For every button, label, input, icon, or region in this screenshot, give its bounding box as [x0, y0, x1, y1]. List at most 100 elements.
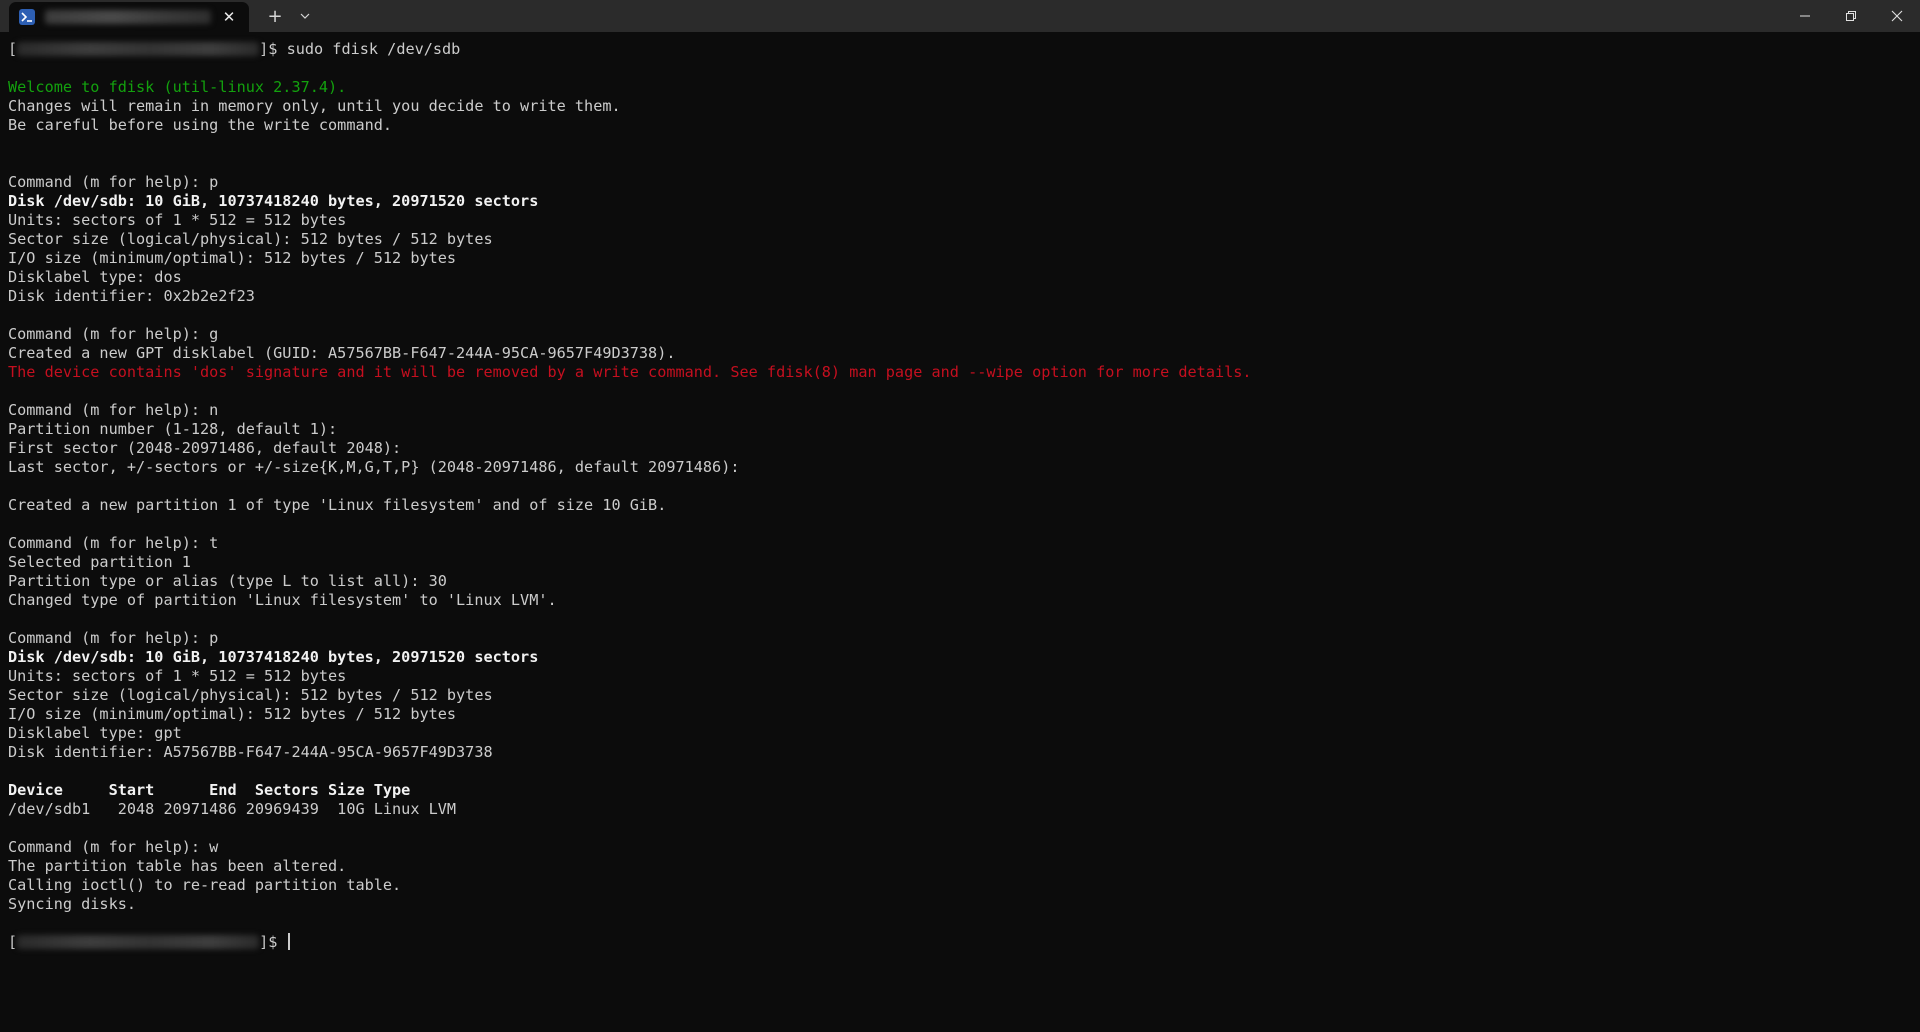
- terminal-line: Device Start End Sectors Size Type: [8, 781, 1920, 800]
- terminal-line-text: Command (m for help): t: [8, 534, 219, 552]
- terminal-line: Command (m for help): t: [8, 534, 1920, 553]
- terminal-output[interactable]: []$ sudo fdisk /dev/sdb Welcome to fdisk …: [8, 40, 1920, 952]
- terminal-line-text: Disklabel type: dos: [8, 268, 182, 286]
- tab-terminal[interactable]: ✕: [9, 2, 249, 32]
- prompt-close-bracket: ]$: [259, 933, 287, 951]
- terminal-line-text: Sector size (logical/physical): 512 byte…: [8, 230, 493, 248]
- terminal-line-text: Syncing disks.: [8, 895, 137, 913]
- terminal-line: Command (m for help): p: [8, 173, 1920, 192]
- terminal-line-text: Units: sectors of 1 * 512 = 512 bytes: [8, 211, 347, 229]
- text-cursor: [287, 933, 290, 950]
- terminal-line: Last sector, +/-sectors or +/-size{K,M,G…: [8, 458, 1920, 477]
- terminal-line-text: Disk identifier: A57567BB-F647-244A-95CA…: [8, 743, 493, 761]
- close-icon: [1891, 10, 1903, 22]
- terminal-line: Units: sectors of 1 * 512 = 512 bytes: [8, 211, 1920, 230]
- terminal-line-text: I/O size (minimum/optimal): 512 bytes / …: [8, 249, 457, 267]
- terminal-window: ✕ + []$ sudo fdisk /dev/sdb Welcome to …: [0, 0, 1920, 1032]
- terminal-line: Disk /dev/sdb: 10 GiB, 10737418240 bytes…: [8, 192, 1920, 211]
- terminal-line-text: Disklabel type: gpt: [8, 724, 182, 742]
- chevron-down-icon: [300, 13, 310, 19]
- terminal-line: Selected partition 1: [8, 553, 1920, 572]
- terminal-line-text: Device Start End Sectors Size Type: [8, 781, 411, 799]
- window-controls: [1782, 0, 1920, 32]
- terminal-line: [ ]$: [8, 933, 1920, 952]
- terminal-line: Changed type of partition 'Linux filesys…: [8, 591, 1920, 610]
- terminal-line: I/O size (minimum/optimal): 512 bytes / …: [8, 705, 1920, 724]
- terminal-line: Calling ioctl() to re-read partition tab…: [8, 876, 1920, 895]
- terminal-line-text: Command (m for help): p: [8, 173, 219, 191]
- powershell-icon: [19, 9, 35, 25]
- terminal-line: Disk /dev/sdb: 10 GiB, 10737418240 bytes…: [8, 648, 1920, 667]
- minimize-button[interactable]: [1782, 0, 1828, 32]
- terminal-line-text: First sector (2048-20971486, default 204…: [8, 439, 402, 457]
- prompt-close-bracket: ]$: [259, 40, 287, 58]
- terminal-line-text: Command (m for help): n: [8, 401, 219, 419]
- terminal-line-text: Units: sectors of 1 * 512 = 512 bytes: [8, 667, 347, 685]
- terminal-line-text: The device contains 'dos' signature and …: [8, 363, 1252, 381]
- terminal-line: Command (m for help): n: [8, 401, 1920, 420]
- close-button[interactable]: [1874, 0, 1920, 32]
- terminal-line-text: Command (m for help): p: [8, 629, 219, 647]
- terminal-line: Partition number (1-128, default 1):: [8, 420, 1920, 439]
- terminal-line: Disk identifier: 0x2b2e2f23: [8, 287, 1920, 306]
- terminal-line: Created a new GPT disklabel (GUID: A5756…: [8, 344, 1920, 363]
- terminal-line: Sector size (logical/physical): 512 byte…: [8, 230, 1920, 249]
- tab-title-redacted: [45, 10, 211, 24]
- prompt-open-bracket: [: [8, 933, 18, 951]
- terminal-line: Be careful before using the write comman…: [8, 116, 1920, 135]
- terminal-line: The device contains 'dos' signature and …: [8, 363, 1920, 382]
- terminal-line: Command (m for help): w: [8, 838, 1920, 857]
- terminal-line-text: Be careful before using the write comman…: [8, 116, 393, 134]
- terminal-line-text: Command (m for help): g: [8, 325, 219, 343]
- tab-close-icon[interactable]: ✕: [219, 7, 239, 27]
- terminal-line-text: Changes will remain in memory only, unti…: [8, 97, 621, 115]
- terminal-line: Created a new partition 1 of type 'Linux…: [8, 496, 1920, 515]
- terminal-line: Command (m for help): g: [8, 325, 1920, 344]
- terminal-line-text: Calling ioctl() to re-read partition tab…: [8, 876, 402, 894]
- terminal-line: Partition type or alias (type L to list …: [8, 572, 1920, 591]
- terminal-line-text: Partition type or alias (type L to list …: [8, 572, 447, 590]
- restore-button[interactable]: [1828, 0, 1874, 32]
- terminal-line: []$ sudo fdisk /dev/sdb: [8, 40, 1920, 59]
- terminal-line: The partition table has been altered.: [8, 857, 1920, 876]
- terminal-line: Changes will remain in memory only, unti…: [8, 97, 1920, 116]
- terminal-line-text: Disk identifier: 0x2b2e2f23: [8, 287, 255, 305]
- terminal-line-text: Partition number (1-128, default 1):: [8, 420, 338, 438]
- terminal-line: Syncing disks.: [8, 895, 1920, 914]
- prompt-user-host-redacted: [17, 935, 260, 949]
- command-text: sudo fdisk /dev/sdb: [286, 40, 461, 58]
- terminal-line-text: Selected partition 1: [8, 553, 191, 571]
- tab-dropdown-chevron-down-icon[interactable]: [291, 0, 319, 32]
- terminal-line-text: The partition table has been altered.: [8, 857, 347, 875]
- terminal-line: /dev/sdb1 2048 20971486 20969439 10G Lin…: [8, 800, 1920, 819]
- terminal-line-text: Last sector, +/-sectors or +/-size{K,M,G…: [8, 458, 740, 476]
- terminal-line: First sector (2048-20971486, default 204…: [8, 439, 1920, 458]
- terminal-line-text: Sector size (logical/physical): 512 byte…: [8, 686, 493, 704]
- terminal-line-text: Created a new GPT disklabel (GUID: A5756…: [8, 344, 676, 362]
- terminal-line: Sector size (logical/physical): 512 byte…: [8, 686, 1920, 705]
- terminal-line: Disk identifier: A57567BB-F647-244A-95CA…: [8, 743, 1920, 762]
- terminal-line-text: Disk /dev/sdb: 10 GiB, 10737418240 bytes…: [8, 648, 539, 666]
- terminal-line-text: /dev/sdb1 2048 20971486 20969439 10G Lin…: [8, 800, 457, 818]
- terminal-line-text: Command (m for help): w: [8, 838, 219, 856]
- terminal-line: I/O size (minimum/optimal): 512 bytes / …: [8, 249, 1920, 268]
- terminal-line-text: Created a new partition 1 of type 'Linux…: [8, 496, 667, 514]
- new-tab-button[interactable]: +: [261, 0, 289, 32]
- minimize-icon: [1800, 15, 1810, 17]
- restore-icon: [1846, 11, 1856, 21]
- terminal-line: Disklabel type: gpt: [8, 724, 1920, 743]
- terminal-line: Disklabel type: dos: [8, 268, 1920, 287]
- title-bar[interactable]: ✕ +: [0, 0, 1920, 32]
- prompt-user-host-redacted: [17, 42, 260, 56]
- terminal-line-text: Disk /dev/sdb: 10 GiB, 10737418240 bytes…: [8, 192, 539, 210]
